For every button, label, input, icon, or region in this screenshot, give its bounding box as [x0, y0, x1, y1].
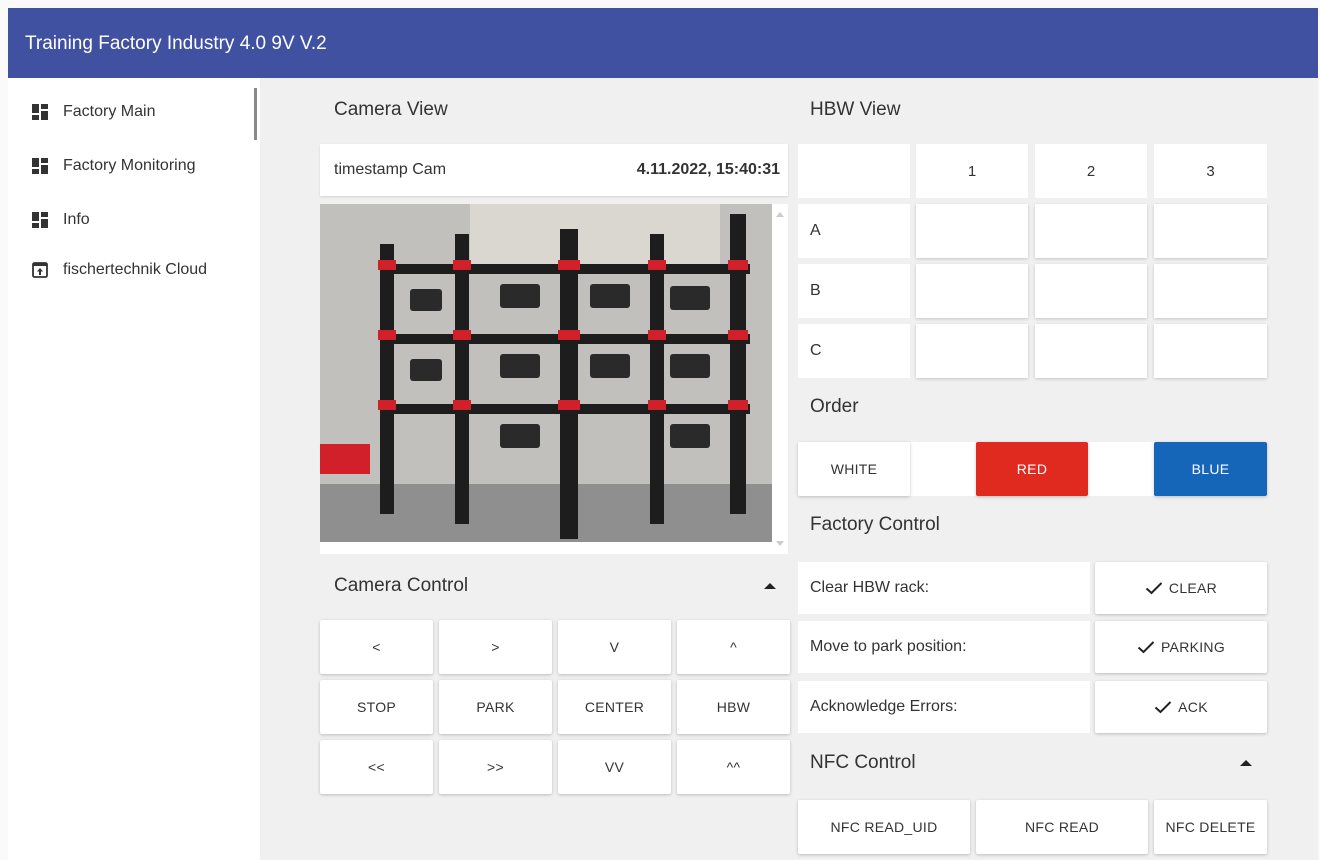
hbw-slot-a2 — [1035, 204, 1147, 258]
nfc-read-uid-button[interactable]: NFC READ_UID — [798, 800, 970, 854]
camera-up-button[interactable]: ^ — [677, 620, 790, 674]
acknowledge-errors-label: Acknowledge Errors: — [810, 698, 958, 715]
nfc-control-title: NFC Control — [810, 752, 916, 773]
hbw-slot-c2 — [1035, 324, 1147, 378]
hbw-row-header-cell: A — [798, 204, 910, 258]
sidebar: Factory Main Factory Monitoring Info fis… — [8, 78, 260, 860]
hbw-corner-cell — [798, 144, 910, 198]
camera-park-button[interactable]: PARK — [439, 680, 552, 734]
sidebar-item-label: Info — [63, 211, 90, 228]
order-red-button[interactable]: RED — [976, 442, 1088, 496]
hbw-column-header: 1 — [916, 144, 1028, 198]
scroll-down-icon[interactable] — [776, 541, 784, 546]
sidebar-item-label: Factory Monitoring — [63, 157, 196, 174]
factory-control-row: Acknowledge Errors: — [798, 681, 1090, 733]
hbw-row-label: A — [810, 222, 821, 239]
camera-image-bottom — [320, 542, 772, 554]
hbw-slot-b3 — [1154, 264, 1267, 318]
order-white-button[interactable]: WHITE — [798, 442, 910, 496]
app-header: Training Factory Industry 4.0 9V V.2 — [8, 8, 1318, 78]
open-in-browser-icon — [32, 262, 48, 278]
park-position-label: Move to park position: — [810, 638, 967, 655]
timestamp-label: timestamp Cam — [334, 161, 447, 178]
hbw-slot-c1 — [916, 324, 1028, 378]
clear-button-label: CLEAR — [1168, 580, 1218, 596]
camera-center-button[interactable]: CENTER — [558, 680, 671, 734]
hbw-column-header: 2 — [1035, 144, 1147, 198]
sidebar-item-factory-monitoring[interactable]: Factory Monitoring — [32, 154, 196, 178]
hbw-row-header-cell: C — [798, 324, 910, 378]
app-title: Training Factory Industry 4.0 9V V.2 — [25, 33, 327, 54]
camera-fast-up-button[interactable]: ^^ — [677, 740, 790, 794]
hbw-slot-b1 — [916, 264, 1028, 318]
scroll-up-icon[interactable] — [776, 212, 784, 217]
hbw-slot-a1 — [916, 204, 1028, 258]
ack-button[interactable]: ACK — [1095, 681, 1267, 733]
order-blue-button[interactable]: BLUE — [1154, 442, 1267, 496]
camera-scrollbar[interactable] — [772, 204, 788, 554]
dashboard-icon — [32, 212, 48, 228]
sidebar-item-label: Factory Main — [63, 103, 156, 120]
camera-down-button[interactable]: V — [558, 620, 671, 674]
hbw-row-header-cell: B — [798, 264, 910, 318]
camera-hbw-button[interactable]: HBW — [677, 680, 790, 734]
parking-button-label: PARKING — [1160, 639, 1226, 655]
collapse-caret-icon[interactable] — [1240, 760, 1252, 766]
main-content: Camera View timestamp Cam 4.11.2022, 15:… — [260, 78, 1318, 860]
check-icon — [1137, 641, 1155, 654]
ack-button-label: ACK — [1178, 699, 1208, 715]
hbw-slot-b2 — [1035, 264, 1147, 318]
sidebar-item-factory-main[interactable]: Factory Main — [32, 100, 155, 124]
check-icon — [1145, 582, 1163, 595]
camera-fast-right-button[interactable]: >> — [439, 740, 552, 794]
sidebar-scroll-indicator[interactable] — [254, 88, 257, 140]
check-icon — [1154, 701, 1172, 714]
clear-button[interactable]: CLEAR — [1095, 562, 1267, 614]
sidebar-item-fischertechnik-cloud[interactable]: fischertechnik Cloud — [32, 258, 207, 282]
hbw-row-label: B — [810, 282, 821, 299]
hbw-view-title: HBW View — [810, 99, 901, 120]
hbw-row-label: C — [810, 342, 822, 359]
nfc-delete-button[interactable]: NFC DELETE — [1154, 800, 1267, 854]
camera-stop-button[interactable]: STOP — [320, 680, 433, 734]
sidebar-item-label: fischertechnik Cloud — [63, 261, 208, 278]
camera-view-title: Camera View — [334, 99, 448, 120]
parking-button[interactable]: PARKING — [1095, 621, 1267, 673]
clear-hbw-label: Clear HBW rack: — [810, 579, 930, 596]
camera-right-button[interactable]: > — [439, 620, 552, 674]
factory-control-row: Move to park position: — [798, 621, 1090, 673]
camera-fast-left-button[interactable]: << — [320, 740, 433, 794]
camera-fast-down-button[interactable]: VV — [558, 740, 671, 794]
dashboard-icon — [32, 104, 48, 120]
collapse-caret-icon[interactable] — [764, 583, 776, 589]
camera-image — [320, 204, 772, 542]
hbw-slot-c3 — [1154, 324, 1267, 378]
hbw-column-header: 3 — [1154, 144, 1267, 198]
factory-control-row: Clear HBW rack: — [798, 562, 1090, 614]
camera-timestamp-card: timestamp Cam 4.11.2022, 15:40:31 — [320, 144, 788, 196]
order-title: Order — [810, 396, 859, 417]
timestamp-value: 4.11.2022, 15:40:31 — [636, 161, 780, 178]
camera-left-button[interactable]: < — [320, 620, 433, 674]
nfc-read-button[interactable]: NFC READ — [976, 800, 1148, 854]
factory-control-title: Factory Control — [810, 514, 940, 535]
camera-control-title: Camera Control — [334, 575, 469, 596]
sidebar-item-info[interactable]: Info — [32, 208, 90, 232]
dashboard-icon — [32, 158, 48, 174]
hbw-slot-a3 — [1154, 204, 1267, 258]
